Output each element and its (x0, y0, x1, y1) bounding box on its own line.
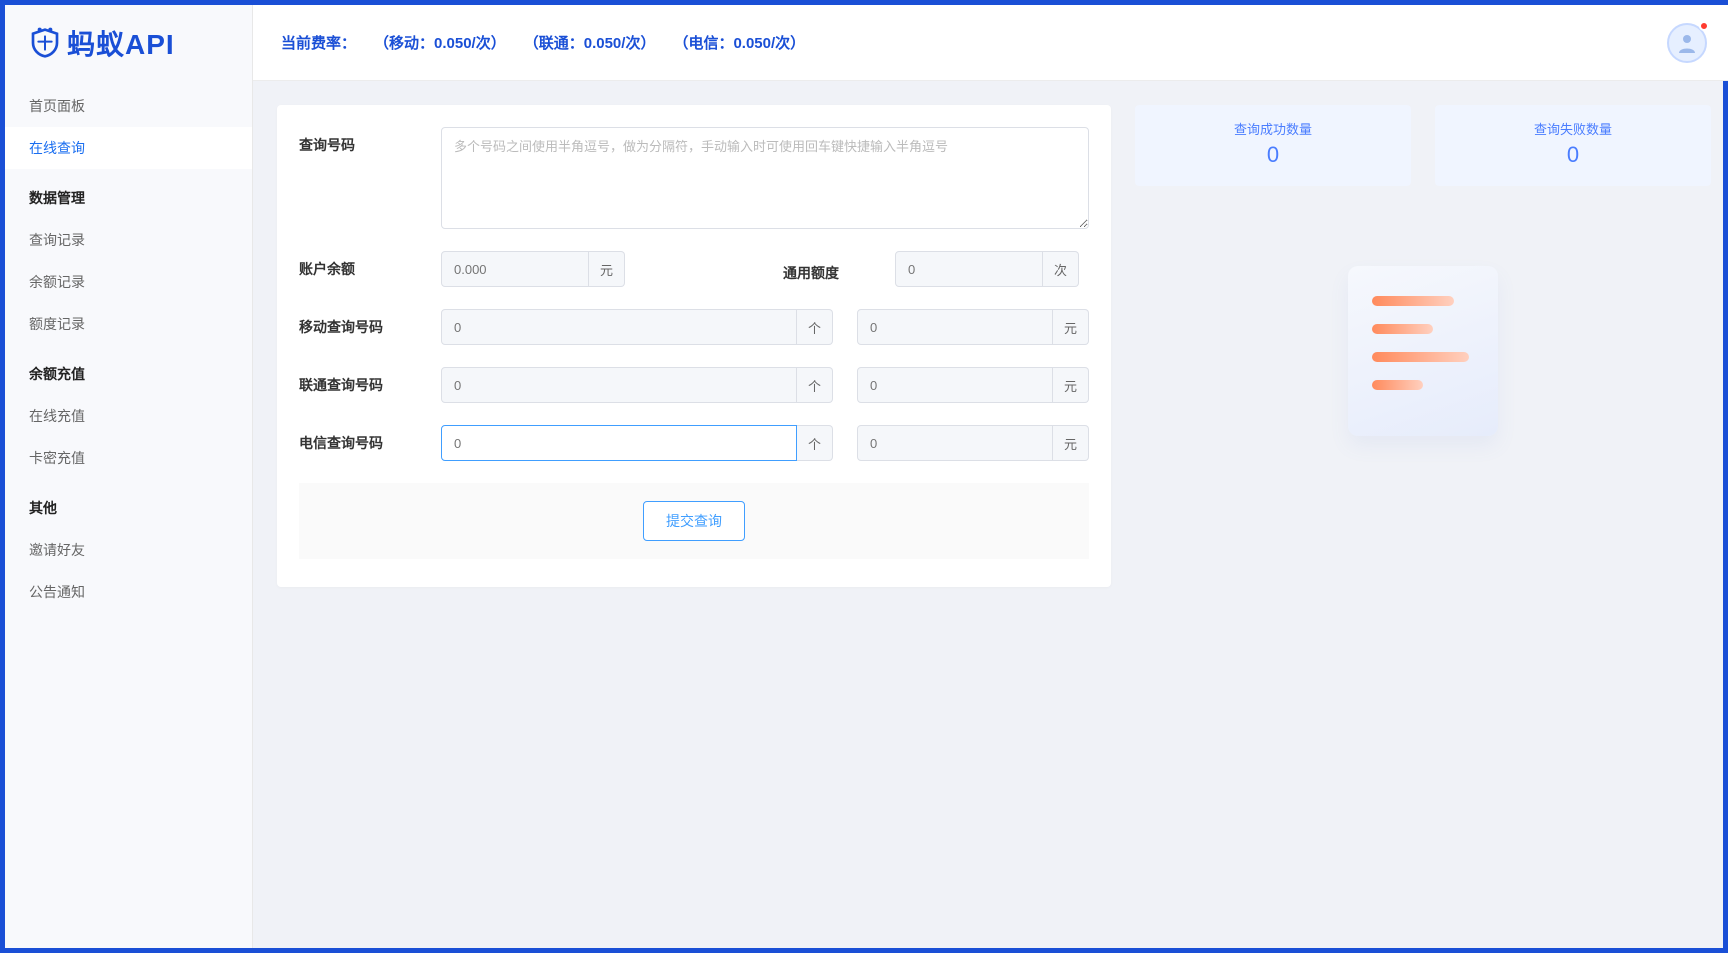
rate-mobile: （移动：0.050/次） (374, 32, 506, 53)
rate-unicom: （联通：0.050/次） (524, 32, 656, 53)
sidebar-item-card-recharge[interactable]: 卡密充值 (5, 437, 252, 479)
mobile-cost-unit: 元 (1053, 309, 1089, 345)
sidebar-group-recharge: 余额充值 (5, 353, 252, 395)
stat-success-value: 0 (1135, 142, 1411, 168)
mobile-label: 移动查询号码 (299, 309, 441, 337)
stat-success: 查询成功数量 0 (1135, 105, 1411, 186)
sidebar-item-quota-records[interactable]: 额度记录 (5, 303, 252, 345)
submit-wrap: 提交查询 (299, 483, 1089, 559)
submit-button[interactable]: 提交查询 (643, 501, 745, 541)
sidebar-group-data: 数据管理 (5, 177, 252, 219)
empty-illustration (1135, 266, 1711, 436)
content: 查询号码 账户余额 元 通用额度 (253, 81, 1728, 948)
quota-input[interactable] (895, 251, 1043, 287)
query-numbers-label: 查询号码 (299, 127, 441, 155)
user-menu[interactable] (1667, 23, 1707, 63)
rate-label: 当前费率： (281, 32, 356, 53)
stats-column: 查询成功数量 0 查询失败数量 0 (1135, 105, 1711, 436)
notification-badge (1699, 21, 1709, 31)
rates: 当前费率： （移动：0.050/次） （联通：0.050/次） （电信：0.05… (281, 32, 805, 53)
sidebar-item-balance-records[interactable]: 余额记录 (5, 261, 252, 303)
logo-text: 蚂蚁API (67, 23, 175, 63)
balance-input[interactable] (441, 251, 589, 287)
sidebar-group-other: 其他 (5, 487, 252, 529)
sidebar-item-query-records[interactable]: 查询记录 (5, 219, 252, 261)
unicom-cost-input[interactable] (857, 367, 1053, 403)
sidebar-item-online-recharge[interactable]: 在线充值 (5, 395, 252, 437)
stat-fail: 查询失败数量 0 (1435, 105, 1711, 186)
telecom-label: 电信查询号码 (299, 425, 441, 453)
mobile-count-input[interactable] (441, 309, 797, 345)
topbar: 当前费率： （移动：0.050/次） （联通：0.050/次） （电信：0.05… (253, 5, 1728, 81)
mobile-count-unit: 个 (797, 309, 833, 345)
sidebar-item-dashboard[interactable]: 首页面板 (5, 85, 252, 127)
mobile-cost-input[interactable] (857, 309, 1053, 345)
telecom-count-input[interactable] (441, 425, 797, 461)
query-form-card: 查询号码 账户余额 元 通用额度 (277, 105, 1111, 587)
balance-label: 账户余额 (299, 251, 441, 279)
query-numbers-input[interactable] (441, 127, 1089, 229)
sidebar-item-online-query[interactable]: 在线查询 (5, 127, 252, 169)
unicom-count-unit: 个 (797, 367, 833, 403)
quota-unit: 次 (1043, 251, 1079, 287)
sidebar: 蚂蚁API 首页面板 在线查询 数据管理 查询记录 余额记录 额度记录 余额充值… (5, 5, 253, 948)
rate-telecom: （电信：0.050/次） (673, 32, 805, 53)
telecom-cost-unit: 元 (1053, 425, 1089, 461)
quota-label: 通用额度 (783, 255, 839, 283)
stat-fail-label: 查询失败数量 (1435, 119, 1711, 138)
sidebar-item-invite[interactable]: 邀请好友 (5, 529, 252, 571)
unicom-label: 联通查询号码 (299, 367, 441, 395)
telecom-cost-input[interactable] (857, 425, 1053, 461)
unicom-cost-unit: 元 (1053, 367, 1089, 403)
sidebar-item-announcements[interactable]: 公告通知 (5, 571, 252, 613)
unicom-count-input[interactable] (441, 367, 797, 403)
main: 当前费率： （移动：0.050/次） （联通：0.050/次） （电信：0.05… (253, 5, 1728, 948)
logo: 蚂蚁API (5, 5, 252, 81)
stat-success-label: 查询成功数量 (1135, 119, 1411, 138)
balance-unit: 元 (589, 251, 625, 287)
telecom-count-unit: 个 (797, 425, 833, 461)
nav: 首页面板 在线查询 数据管理 查询记录 余额记录 额度记录 余额充值 在线充值 … (5, 81, 252, 613)
logo-icon (29, 27, 61, 59)
stat-fail-value: 0 (1435, 142, 1711, 168)
